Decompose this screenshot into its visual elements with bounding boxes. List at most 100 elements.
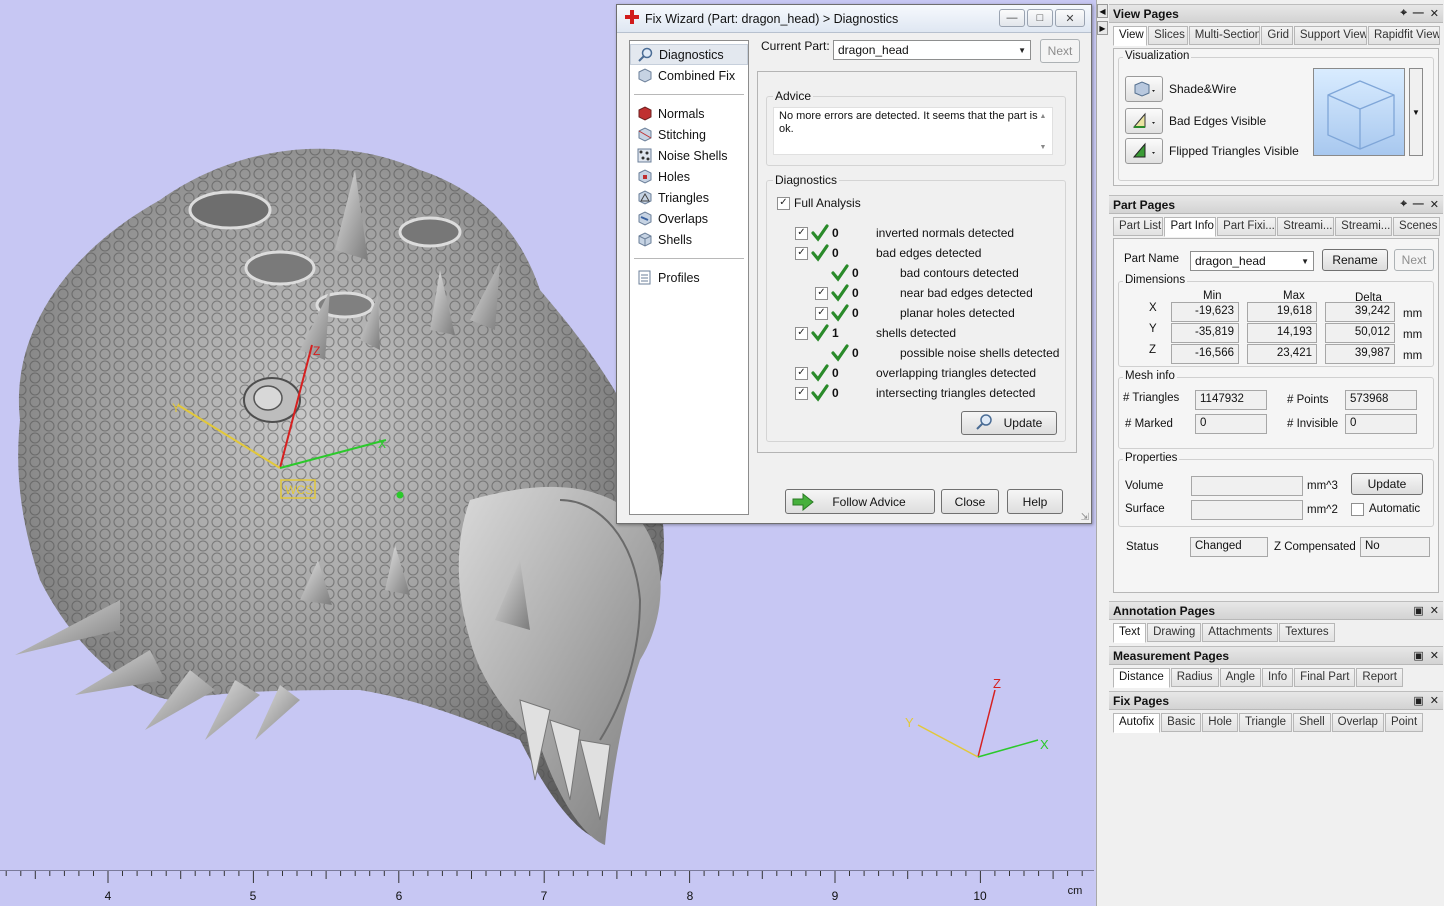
close-icon[interactable]: ✕ <box>1430 694 1439 707</box>
view-tab-2[interactable]: Multi-Section <box>1188 26 1261 45</box>
visualization-group: Visualization Shade&Wire Bad Edges Visib… <box>1118 50 1434 181</box>
diagnostic-checkbox[interactable]: ✓ <box>795 326 808 340</box>
close-icon[interactable]: ✕ <box>1430 7 1439 20</box>
bad-edges-button[interactable] <box>1125 108 1163 134</box>
view-pages-header[interactable]: View Pages ⌖ — ✕ <box>1109 4 1443 23</box>
shade-wire-label: Shade&Wire <box>1169 82 1237 96</box>
shade-wire-button[interactable] <box>1125 76 1163 102</box>
dock-expand-button[interactable]: ▶ <box>1097 21 1108 35</box>
annotation-tab-0[interactable]: Text <box>1113 623 1147 643</box>
nav-stitching[interactable]: Stitching <box>630 124 748 145</box>
wcs-label: WCS <box>285 483 313 497</box>
fix-tab-4[interactable]: Shell <box>1293 713 1331 732</box>
fix-tab-3[interactable]: Triangle <box>1238 713 1293 732</box>
nav-combined-fix[interactable]: Combined Fix <box>630 65 748 86</box>
chevron-down-icon: ▼ <box>1018 45 1026 55</box>
view-tab-0[interactable]: View <box>1113 26 1148 46</box>
minimize-icon[interactable]: — <box>1413 198 1424 211</box>
annotation-tab-3[interactable]: Textures <box>1279 623 1335 642</box>
ruler-label-9: 9 <box>831 889 839 903</box>
view-tab-4[interactable]: Support View <box>1293 26 1367 45</box>
measurement-tab-3[interactable]: Info <box>1261 668 1294 687</box>
rename-button[interactable]: Rename <box>1322 249 1388 271</box>
measurement-tab-4[interactable]: Final Part <box>1294 668 1356 687</box>
diagnostic-checkbox[interactable]: ✓ <box>815 286 828 300</box>
fix-tab-5[interactable]: Overlap <box>1331 713 1384 732</box>
annotation-tab-1[interactable]: Drawing <box>1147 623 1202 642</box>
help-button[interactable]: Help <box>1007 489 1063 514</box>
view-cube[interactable] <box>1313 68 1405 156</box>
nav-diagnostics[interactable]: Diagnostics <box>630 44 748 65</box>
fix-tab-2[interactable]: Hole <box>1202 713 1238 732</box>
diagnostic-checkbox[interactable]: ✓ <box>795 246 808 260</box>
diagnostic-value: 0 <box>832 226 839 240</box>
fix-pages-header[interactable]: Fix Pages ▣ ✕ <box>1109 691 1443 710</box>
update-diagnostics-button[interactable]: Update <box>961 411 1057 435</box>
minimize-button[interactable]: — <box>999 9 1025 27</box>
diagnostic-checkbox[interactable]: ✓ <box>815 306 828 320</box>
nav-profiles[interactable]: Profiles <box>630 267 748 288</box>
annotation-tab-2[interactable]: Attachments <box>1202 623 1279 642</box>
advice-scrollbar[interactable]: ▲ ▼ <box>1036 110 1050 154</box>
part-tab-2[interactable]: Part Fixi... <box>1217 217 1277 236</box>
properties-update-label: Update <box>1367 477 1407 491</box>
diagnostic-checkbox[interactable]: ✓ <box>795 386 808 400</box>
full-analysis-checkbox-row[interactable]: ✓ Full Analysis <box>777 193 861 213</box>
follow-advice-button[interactable]: Follow Advice <box>785 489 935 514</box>
triangles-field: 1147932 <box>1195 390 1267 410</box>
part-tab-1[interactable]: Part Info <box>1164 217 1217 237</box>
measurement-tab-0[interactable]: Distance <box>1113 668 1170 688</box>
maximize-button[interactable]: □ <box>1027 9 1053 27</box>
close-icon[interactable]: ✕ <box>1430 604 1439 617</box>
dim-max-value: 23,421 <box>1247 344 1317 364</box>
part-name-select[interactable]: dragon_head ▼ <box>1190 251 1314 271</box>
diagnostic-checkbox[interactable]: ✓ <box>795 366 808 380</box>
minimize-icon[interactable]: — <box>1413 7 1424 20</box>
maximize-icon[interactable]: ▣ <box>1413 694 1423 707</box>
maximize-icon[interactable]: ▣ <box>1413 604 1423 617</box>
close-window-button[interactable]: ✕ <box>1055 9 1085 27</box>
view-tab-3[interactable]: Grid <box>1261 26 1293 45</box>
part-tab-3[interactable]: Streami... <box>1277 217 1335 236</box>
current-part-select[interactable]: dragon_head ▼ <box>833 40 1031 60</box>
view-cube-dropdown[interactable]: ▼ <box>1409 68 1423 156</box>
properties-update-button[interactable]: Update <box>1351 473 1423 495</box>
close-icon[interactable]: ✕ <box>1430 198 1439 211</box>
annotation-pages-header[interactable]: Annotation Pages ▣ ✕ <box>1109 601 1443 620</box>
part-pages-header[interactable]: Part Pages ⌖ — ✕ <box>1109 195 1443 214</box>
advice-textbox[interactable]: No more errors are detected. It seems th… <box>773 107 1053 155</box>
close-button[interactable]: Close <box>941 489 999 514</box>
scroll-up-icon: ▲ <box>1039 113 1047 120</box>
pin-icon[interactable]: ⌖ <box>1401 198 1407 211</box>
measurement-pages-header[interactable]: Measurement Pages ▣ ✕ <box>1109 646 1443 665</box>
part-tab-4[interactable]: Streami... <box>1335 217 1393 236</box>
fix-tab-1[interactable]: Basic <box>1161 713 1202 732</box>
measurement-tab-1[interactable]: Radius <box>1170 668 1219 687</box>
full-analysis-checkbox[interactable]: ✓ <box>777 196 790 210</box>
nav-overlaps[interactable]: Overlaps <box>630 208 748 229</box>
diagnostic-checkbox[interactable]: ✓ <box>795 226 808 240</box>
automatic-checkbox[interactable] <box>1351 503 1364 516</box>
resize-grip-icon[interactable]: ⇲ <box>1081 512 1089 523</box>
nav-noise-shells[interactable]: Noise Shells <box>630 145 748 166</box>
maximize-icon[interactable]: ▣ <box>1413 649 1423 662</box>
wizard-titlebar[interactable]: Fix Wizard (Part: dragon_head) > Diagnos… <box>617 5 1091 33</box>
measurement-tab-5[interactable]: Report <box>1356 668 1403 687</box>
next-button[interactable]: Next <box>1040 39 1080 63</box>
close-icon[interactable]: ✕ <box>1430 649 1439 662</box>
part-next-button[interactable]: Next <box>1394 249 1434 271</box>
nav-triangles[interactable]: Triangles <box>630 187 748 208</box>
fix-tab-6[interactable]: Point <box>1384 713 1424 732</box>
view-tab-1[interactable]: Slices <box>1148 26 1188 45</box>
part-tab-5[interactable]: Scenes <box>1393 217 1440 236</box>
view-tab-5[interactable]: Rapidfit View <box>1368 26 1441 45</box>
nav-shells[interactable]: Shells <box>630 229 748 250</box>
fix-tab-0[interactable]: Autofix <box>1113 713 1161 733</box>
nav-normals[interactable]: Normals <box>630 103 748 124</box>
dock-collapse-button[interactable]: ◀ <box>1097 4 1108 18</box>
part-tab-0[interactable]: Part List <box>1113 217 1164 236</box>
flipped-triangles-button[interactable] <box>1125 138 1163 164</box>
measurement-tab-2[interactable]: Angle <box>1219 668 1261 687</box>
nav-holes[interactable]: Holes <box>630 166 748 187</box>
pin-icon[interactable]: ⌖ <box>1401 7 1407 20</box>
